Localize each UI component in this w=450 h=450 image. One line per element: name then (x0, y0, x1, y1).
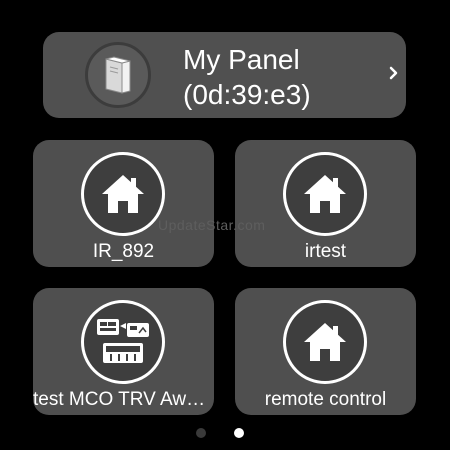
tile-irtest[interactable]: irtest (235, 140, 416, 267)
tile-test-mco-trv[interactable]: test MCO TRV Aw… (33, 288, 214, 415)
page-dot-1[interactable] (196, 428, 206, 438)
tile-remote-control[interactable]: remote control (235, 288, 416, 415)
tile-label: test MCO TRV Aw… (33, 389, 206, 410)
panel-box-icon (85, 42, 151, 108)
tile-label: IR_892 (92, 241, 155, 262)
watermark: UpdateStar.com (158, 217, 266, 233)
panel-card[interactable]: My Panel (0d:39:e3) (43, 32, 406, 118)
home-icon (283, 300, 367, 384)
page-indicator (0, 428, 450, 438)
home-icon (283, 152, 367, 236)
scene-devices-icon (81, 300, 165, 384)
tile-label: remote control (264, 389, 387, 410)
panel-title: My Panel (183, 44, 300, 75)
panel-id: (0d:39:e3) (183, 79, 311, 110)
watch-screen: My Panel (0d:39:e3) IR_892 irtest test M… (0, 0, 450, 450)
tile-label: irtest (304, 241, 347, 262)
chevron-right-icon[interactable] (387, 62, 401, 84)
home-icon (81, 152, 165, 236)
tile-ir-892[interactable]: IR_892 (33, 140, 214, 267)
page-dot-2[interactable] (234, 428, 244, 438)
